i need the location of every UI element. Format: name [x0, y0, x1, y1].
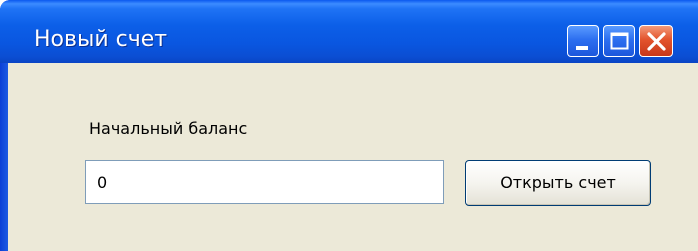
balance-label: Начальный баланс — [89, 119, 248, 138]
minimize-icon — [576, 46, 588, 50]
minimize-button[interactable] — [567, 25, 599, 57]
close-icon — [647, 32, 666, 51]
dialog-body: Начальный баланс Открыть счет — [8, 63, 698, 251]
app-window: Новый счет Начальный баланс Открыть счет — [0, 0, 698, 251]
maximize-button[interactable] — [603, 25, 635, 57]
close-button[interactable] — [639, 25, 673, 57]
title-bar[interactable]: Новый счет — [0, 0, 698, 63]
window-frame — [0, 63, 8, 251]
open-account-button[interactable]: Открыть счет — [465, 160, 651, 206]
balance-input[interactable] — [85, 160, 444, 204]
maximize-icon — [610, 32, 629, 50]
window-title: Новый счет — [34, 27, 168, 52]
